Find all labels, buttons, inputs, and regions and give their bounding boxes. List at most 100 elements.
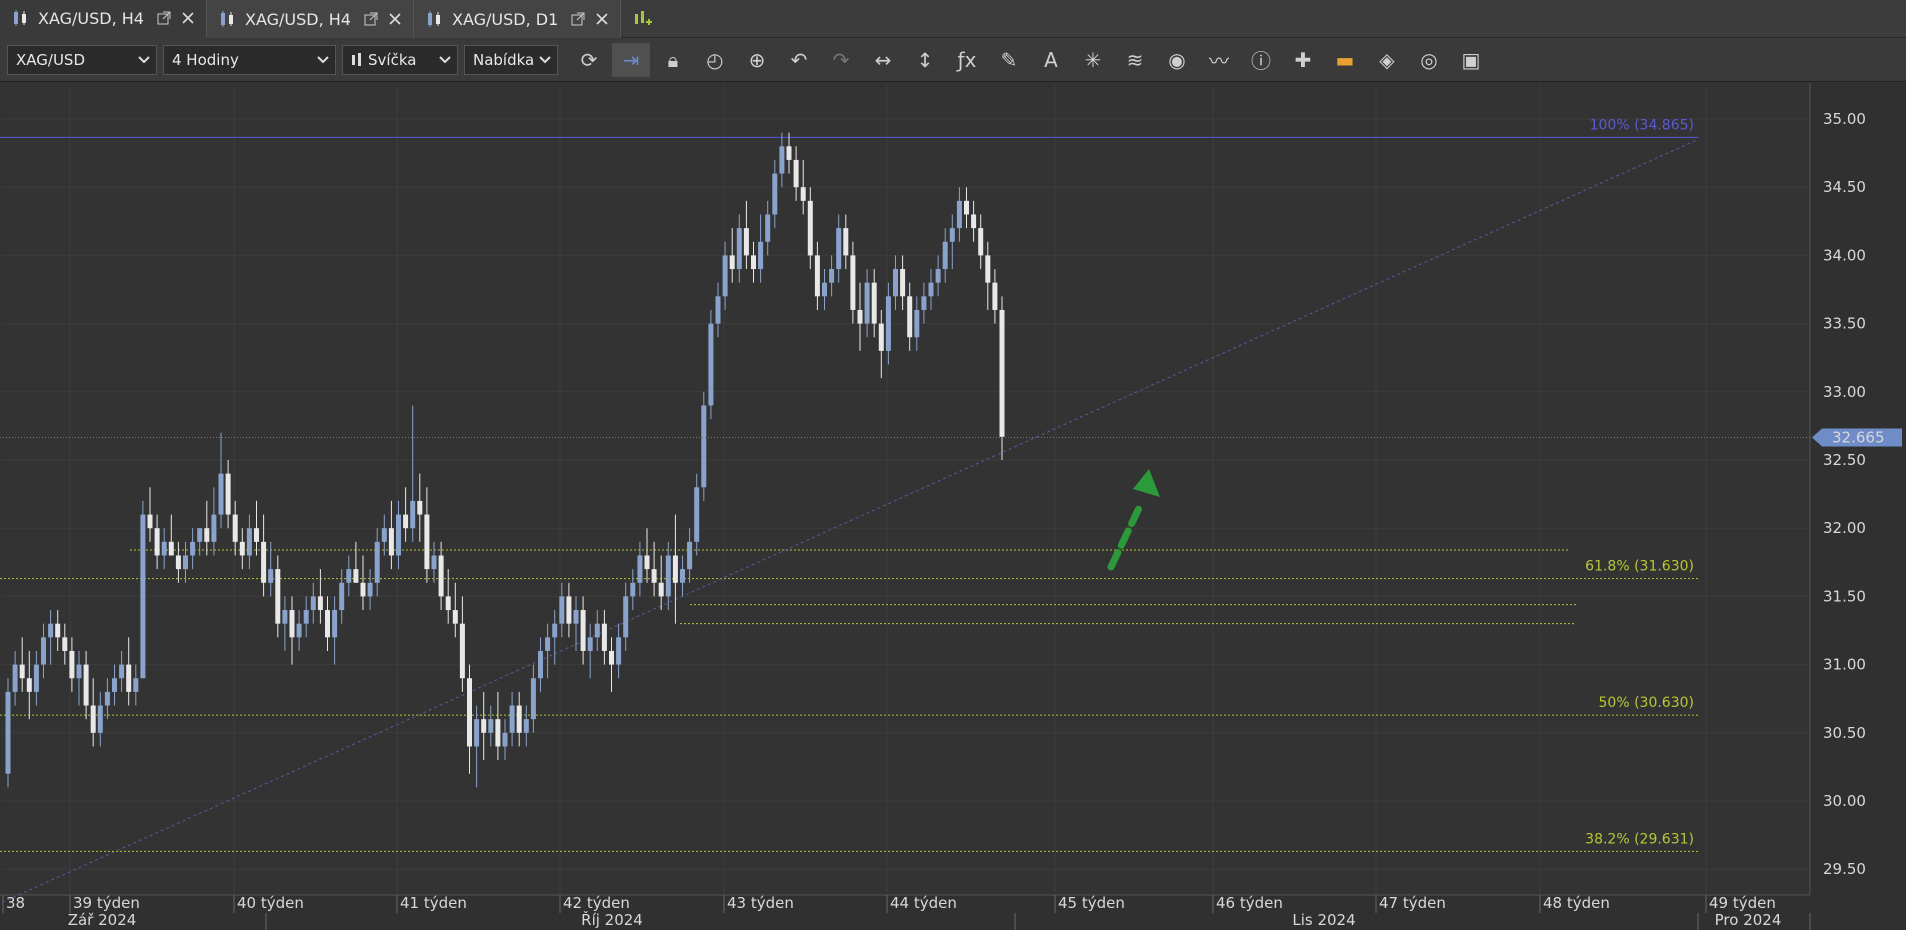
candle-body [76,664,82,679]
candle-body [33,664,39,692]
candle-type-icon [352,52,361,66]
x-tick-label: 44 týden [890,894,957,912]
candle-body [289,610,295,638]
zoom-in-icon[interactable]: ⊕ [738,43,776,77]
y-tick-label: 30.50 [1823,724,1866,742]
add-chart-icon[interactable] [621,0,663,37]
candle-body [431,555,437,570]
candle-body [822,282,827,297]
chart-tab-bar: XAG/USD, H4 XAG/USD, H4 XAG/USD, D1 [0,0,1906,38]
price-chart[interactable]: 35.00 34.50 34.00 33.50 33.00 32.50 32.00 31.50… [0,83,1906,930]
candle-body [516,705,522,733]
popout-icon[interactable] [570,11,586,27]
lock-icon[interactable]: 🔒︎ [654,43,692,77]
eye-icon[interactable]: ◉ [1158,43,1196,77]
candle-body [495,719,501,747]
month-label: Zář 2024 [68,911,137,929]
zoom-time-icon[interactable]: ◴ [696,43,734,77]
close-icon[interactable] [180,10,196,26]
candle-body [580,610,586,651]
pencil-icon[interactable]: ✎ [990,43,1028,77]
candle-body [559,596,565,624]
candle-body [19,664,25,679]
candle-body [175,555,181,570]
symbol-select[interactable]: XAG/USD [7,44,157,75]
candle-body [523,719,529,733]
candles-icon [219,10,237,28]
undo-icon[interactable]: ↶ [780,43,818,77]
refresh-icon[interactable]: ⟳ [570,43,608,77]
candles-icon [12,9,30,27]
heatmap-icon[interactable]: ▬ [1326,43,1364,77]
close-icon[interactable] [594,11,610,27]
horizontal-resize-icon[interactable]: ↔ [864,43,902,77]
candle-body [5,691,11,774]
candle-body [232,514,238,542]
candle-body [417,500,423,515]
chart-type-select[interactable]: Svíčka [342,44,458,75]
candle-body [317,596,323,611]
candle-body [949,228,955,242]
candle-body [736,228,742,270]
candle-body [616,637,622,665]
current-price-label: 32.665 [1832,428,1885,446]
candle-body [793,159,799,188]
candle-body [502,732,508,747]
indicator-line-icon[interactable]: 〰 [1200,43,1238,77]
timeframe-select-value: 4 Hodiny [172,50,239,69]
candle-body [168,541,174,556]
candle-body [97,705,103,733]
fib-level-label: 38.2% (29.631) [1585,831,1694,847]
chart-tab-2[interactable]: XAG/USD, H4 [207,0,414,38]
candle-body [381,528,387,542]
timeframe-select[interactable]: 4 Hodiny [163,44,336,75]
candle-body [729,255,735,270]
candle-body [743,228,749,256]
candle-body [715,296,721,324]
y-tick-label: 35.00 [1823,110,1866,128]
paint-bucket-icon[interactable]: ◈ [1368,43,1406,77]
candle-body [204,528,210,542]
y-tick-label: 29.50 [1823,860,1866,878]
candle-body [942,241,948,270]
chart-tab-1[interactable]: XAG/USD, H4 [0,0,207,38]
candle-body [452,610,458,624]
candle-body [935,269,941,283]
network-icon[interactable]: ✳ [1074,43,1112,77]
candle-body [396,514,401,556]
candle-body [765,214,771,242]
candle-body [332,610,338,638]
candle-body [708,323,714,406]
candle-body [630,582,636,597]
redo-icon[interactable]: ↷ [822,43,860,77]
reset-icon[interactable]: ◎ [1410,43,1448,77]
candle-body [758,241,764,270]
chart-canvas[interactable]: 35.00 34.50 34.00 33.50 33.00 32.50 32.00 31.50… [0,83,1906,930]
candle-body [907,296,913,338]
function-icon[interactable]: ƒx [948,43,986,77]
save-icon[interactable]: ▣ [1452,43,1490,77]
popout-icon[interactable] [363,11,379,27]
tab-label: XAG/USD, H4 [38,8,144,28]
x-tick-label: 45 týden [1058,894,1125,912]
vertical-resize-icon[interactable]: ↕ [906,43,944,77]
chart-tab-3[interactable]: XAG/USD, D1 [414,0,621,38]
close-icon[interactable] [387,11,403,27]
info-icon[interactable]: ⓘ [1242,43,1280,77]
candle-body [268,569,274,583]
candle-body [893,269,898,297]
text-tool-icon[interactable]: A [1032,43,1070,77]
candle-body [644,555,650,570]
candle-body [303,610,309,624]
candle-body [41,637,46,665]
layers-icon[interactable]: ≋ [1116,43,1154,77]
trading-app: XAG/USD, H4 XAG/USD, H4 XAG/USD, D1 XAG/… [0,0,1906,930]
candle-body [921,296,927,310]
popout-icon[interactable] [156,10,172,26]
autoscroll-icon[interactable]: ⇥ [612,42,650,77]
candle-body [978,228,984,256]
price-side-select[interactable]: Nabídka [464,44,558,75]
crosshair-icon[interactable]: ✚ [1284,43,1322,77]
candle-body [900,269,906,297]
candle-body [261,541,267,583]
